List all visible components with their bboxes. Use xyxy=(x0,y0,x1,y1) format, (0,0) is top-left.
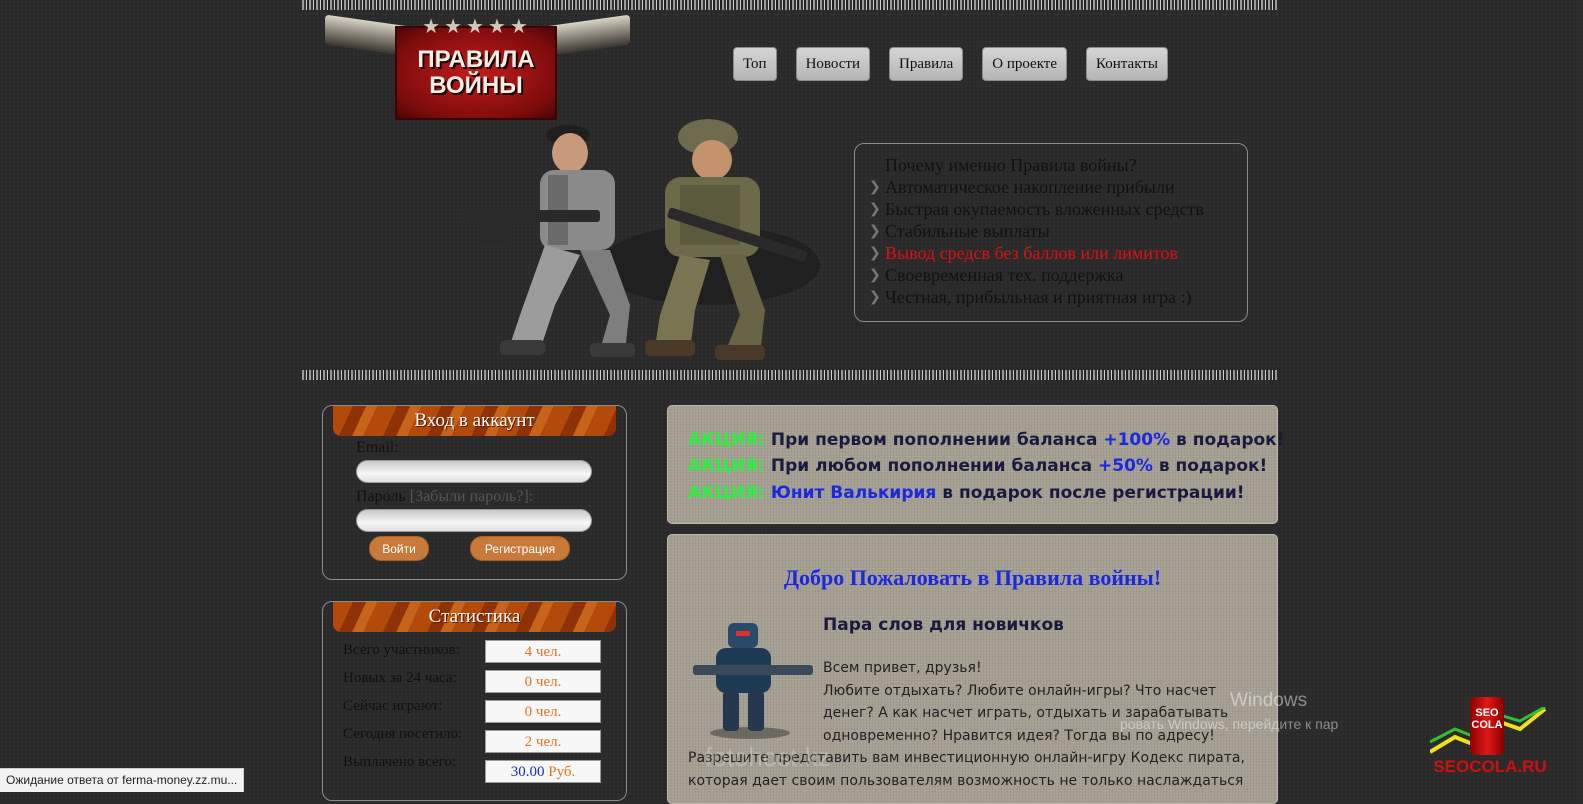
stat-label: Сегодня посетило: xyxy=(343,726,463,742)
promo-tag: АКЦИЯ: xyxy=(688,456,765,476)
password-label-row: Пароль [Забыли пароль?]: xyxy=(356,488,533,506)
promo-text: При любом пополнении баланса xyxy=(770,456,1093,476)
main-nav: Топ Новости Правила О проекте Контакты xyxy=(733,47,1168,81)
newbie-heading: Пара слов для новичков xyxy=(823,615,1064,635)
logo-plate: ПРАВИЛА ВОЙНЫ xyxy=(395,26,557,120)
promo-text: При первом пополнении баланса xyxy=(770,430,1098,450)
why-item-text: Честная, прибыльная и приятная игра :) xyxy=(885,287,1192,307)
login-title: Вход в аккаунт xyxy=(333,406,616,436)
why-item: ❯ Автоматическое накопление прибыли xyxy=(869,176,1237,198)
paid-amount: 30.00 xyxy=(510,764,545,780)
why-item-text: Стабильные выплаты xyxy=(885,221,1050,241)
chevron-right-icon: ❯ xyxy=(869,289,881,305)
nav-news[interactable]: Новости xyxy=(795,47,870,81)
stats-title: Статистика xyxy=(333,602,616,632)
chevron-right-icon: ❯ xyxy=(869,245,881,261)
promo-bonus: +50% xyxy=(1098,456,1153,476)
browser-status-bar: Ожидание ответа от ferma-money.zz.mu... xyxy=(0,768,245,792)
promo-line-2: АКЦИЯ: При любом пополнении баланса +50%… xyxy=(688,456,1267,476)
promo-text: в подарок после регистрации! xyxy=(942,483,1245,503)
logo-line1: ПРАВИЛА xyxy=(417,46,535,73)
activate-title: Windows xyxy=(1230,690,1308,711)
logo-line2: ВОЙНЫ xyxy=(429,72,523,99)
why-us-box: Почему именно Правила войны? ❯ Автоматиче… xyxy=(854,143,1248,322)
promo-tag: АКЦИЯ: xyxy=(688,483,765,503)
header-bottom-strip xyxy=(302,370,1277,380)
logo-stars: ★★★★★ xyxy=(422,16,532,38)
chevron-right-icon: ❯ xyxy=(869,201,881,217)
stat-label: Новых за 24 часа: xyxy=(343,670,457,686)
activate-subtitle: ровать Windows, перейдите к пар xyxy=(1120,716,1339,732)
nav-about[interactable]: О проекте xyxy=(982,47,1068,81)
soldiers-illustration xyxy=(460,119,820,360)
stat-value: 2 чел. xyxy=(485,730,601,753)
stats-box: Статистика Всего участников: 4 чел. Новы… xyxy=(322,601,627,801)
why-item: ❯ Быстрая окупаемость вложенных средств xyxy=(869,198,1237,220)
promo-panel: АКЦИЯ: При первом пополнении баланса +10… xyxy=(667,405,1284,524)
chevron-right-icon: ❯ xyxy=(869,223,881,239)
stat-label: Выплачено всего: xyxy=(343,754,457,770)
password-label: Пароль xyxy=(356,488,406,505)
nav-contacts[interactable]: Контакты xyxy=(1086,47,1168,81)
promo-tag: АКЦИЯ: xyxy=(688,430,765,450)
seocola-text: SEOCOLA.RU xyxy=(1433,757,1547,776)
paid-unit: Руб. xyxy=(548,764,576,780)
why-item: ❯ Честная, прибыльная и приятная игра :) xyxy=(869,286,1237,308)
fotohost-watermark: fotohost.kz xyxy=(705,742,831,772)
nav-top[interactable]: Топ xyxy=(733,47,777,81)
stat-value: 0 чел. xyxy=(485,700,601,723)
promo-bonus: +100% xyxy=(1103,430,1171,450)
stat-label: Сейчас играют: xyxy=(343,698,443,714)
email-label: Email: xyxy=(356,439,399,456)
stat-value-paid: 30.00 Руб. xyxy=(485,760,601,783)
password-field[interactable] xyxy=(356,509,592,532)
why-item: ❯ Стабильные выплаты xyxy=(869,220,1237,242)
stat-label: Всего участников: xyxy=(343,642,460,658)
promo-line-1: АКЦИЯ: При первом пополнении баланса +10… xyxy=(688,430,1284,450)
forgot-password-link[interactable]: [Забыли пароль?]: xyxy=(410,488,534,505)
why-item-text: Быстрая окупаемость вложенных средств xyxy=(885,199,1204,219)
email-field[interactable] xyxy=(356,460,592,483)
login-button[interactable]: Войти xyxy=(369,536,429,561)
why-title: Почему именно Правила войны? xyxy=(885,155,1137,175)
robot-unit-image xyxy=(693,623,813,739)
windows-activation-watermark: Windows ровать Windows, перейдите к пар xyxy=(1120,690,1338,732)
register-button[interactable]: Регистрация xyxy=(470,536,570,561)
why-item: ❯ Своевременная тех. поддержка xyxy=(869,264,1237,286)
soldier-left xyxy=(460,125,635,357)
promo-bonus: Юнит Валькирия xyxy=(770,483,937,503)
seocola-can-icon: SEO COLA xyxy=(1470,697,1504,755)
stat-value: 0 чел. xyxy=(485,670,601,693)
welcome-title: Добро Пожаловать в Правила войны! xyxy=(783,565,1162,590)
top-border-strip xyxy=(302,0,1277,10)
intro-line: Всем привет, друзья! xyxy=(823,660,982,676)
promo-line-3: АКЦИЯ: Юнит Валькирия в подарок после ре… xyxy=(688,483,1245,503)
why-item-text: Своевременная тех. поддержка xyxy=(885,265,1124,285)
seocola-badge: SEO COLA SEOCOLA.RU xyxy=(1430,697,1550,787)
site-logo[interactable]: ПРАВИЛА ВОЙНЫ ★★★★★ xyxy=(325,14,630,120)
why-item-text-highlight: Вывод средсв без баллов или лимитов xyxy=(885,243,1179,263)
why-item-text: Автоматическое накопление прибыли xyxy=(885,177,1175,197)
stat-value: 4 чел. xyxy=(485,640,601,663)
login-box: Вход в аккаунт Email: Пароль [Забыли пар… xyxy=(322,405,627,580)
why-item: ❯ Вывод средсв без баллов или лимитов xyxy=(869,242,1237,264)
promo-text: в подарок! xyxy=(1176,430,1285,450)
nav-rules[interactable]: Правила xyxy=(889,47,964,81)
promo-text: в подарок! xyxy=(1158,456,1268,476)
chevron-right-icon: ❯ xyxy=(869,179,881,195)
chevron-right-icon: ❯ xyxy=(869,267,881,283)
